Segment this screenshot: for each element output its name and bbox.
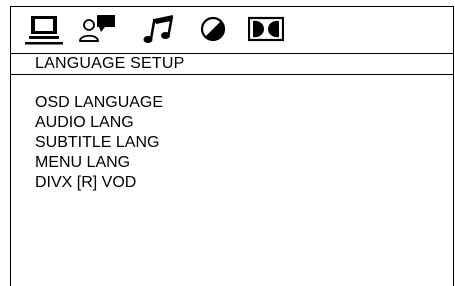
speaker-person-icon[interactable] (77, 13, 119, 45)
menu-item-menu-lang[interactable]: MENU LANG (35, 153, 163, 173)
section-title-bar: LANGUAGE SETUP (11, 53, 453, 75)
music-note-icon[interactable] (143, 13, 177, 45)
setup-panel: LANGUAGE SETUP OSD LANGUAGE AUDIO LANG S… (10, 6, 454, 286)
dolby-icon[interactable] (248, 13, 284, 45)
menu-item-subtitle-lang[interactable]: SUBTITLE LANG (35, 133, 163, 153)
menu-item-divx-vod[interactable]: DIVX [R] VOD (35, 173, 163, 193)
menu-item-audio-lang[interactable]: AUDIO LANG (35, 113, 163, 133)
language-menu-list: OSD LANGUAGE AUDIO LANG SUBTITLE LANG ME… (35, 93, 163, 193)
menu-item-osd-language[interactable]: OSD LANGUAGE (35, 93, 163, 113)
half-circle-icon[interactable] (198, 13, 228, 45)
setup-tab-bar (11, 7, 453, 53)
monitor-icon[interactable] (25, 13, 63, 45)
page-title: LANGUAGE SETUP (35, 55, 185, 72)
